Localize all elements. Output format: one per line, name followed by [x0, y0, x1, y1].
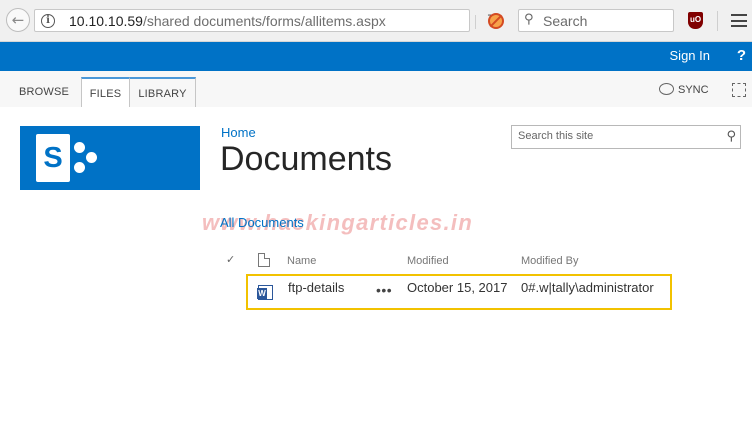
sync-label: SYNC [678, 84, 709, 96]
url-separator [475, 15, 476, 29]
suite-bar: Sign In ? [0, 42, 752, 71]
document-name-link[interactable]: ftp-details [288, 280, 344, 295]
site-search-placeholder: Search this site [518, 130, 594, 142]
more-options-ellipsis-icon[interactable]: ••• [376, 282, 392, 298]
word-document-icon: W [257, 285, 273, 300]
column-header-name[interactable]: Name [287, 255, 316, 267]
document-type-icon [258, 253, 270, 267]
sync-icon [659, 83, 674, 95]
info-icon[interactable]: i [41, 14, 55, 28]
browser-toolbar: ← i 10.10.10.59/shared documents/forms/a… [0, 0, 752, 42]
page-title: Documents [220, 140, 392, 178]
blocker-icon[interactable] [488, 13, 504, 29]
search-icon[interactable]: ⚲ [726, 129, 736, 144]
tab-browse[interactable]: BROWSE [12, 77, 76, 107]
ribbon: BROWSE FILES LIBRARY SYNC [0, 71, 752, 107]
browser-search-placeholder: Search [543, 13, 588, 29]
tab-library[interactable]: LIBRARY [130, 77, 196, 107]
back-arrow-icon[interactable]: ← [6, 8, 30, 32]
breadcrumb-home[interactable]: Home [221, 125, 256, 140]
ublock-icon[interactable]: uO [688, 12, 703, 29]
select-all-checkmark-icon[interactable]: ✓ [226, 253, 235, 266]
column-header-modified-by[interactable]: Modified By [521, 255, 578, 267]
table-row[interactable]: W ftp-details ••• October 15, 2017 0#.w|… [246, 274, 672, 310]
focus-on-content-icon[interactable] [732, 83, 746, 97]
url-path: /shared documents/forms/allitems.aspx [142, 13, 386, 29]
hamburger-menu-icon[interactable] [731, 14, 747, 27]
view-all-documents[interactable]: All Documents [220, 215, 304, 230]
sharepoint-logo-icon [68, 142, 100, 174]
url-host: 10.10.10.59 [69, 13, 143, 29]
sign-in-link[interactable]: Sign In [670, 48, 710, 63]
sharepoint-logo-letter: S [36, 134, 70, 182]
site-search-input[interactable]: Search this site ⚲ [511, 125, 741, 149]
sync-button[interactable]: SYNC [659, 83, 709, 96]
help-icon[interactable]: ? [737, 47, 746, 64]
column-header-modified[interactable]: Modified [407, 255, 449, 267]
browser-search-input[interactable]: ⚲ Search [518, 9, 674, 32]
document-modified-date: October 15, 2017 [407, 280, 508, 295]
site-logo[interactable]: S [20, 126, 200, 190]
tab-files[interactable]: FILES [81, 77, 130, 107]
search-icon: ⚲ [524, 12, 534, 27]
url-text[interactable]: 10.10.10.59/shared documents/forms/allit… [69, 13, 386, 29]
menu-separator [717, 11, 718, 31]
document-modified-by[interactable]: 0#.w|tally\administrator [521, 280, 654, 295]
address-bar[interactable]: i 10.10.10.59/shared documents/forms/all… [34, 9, 499, 32]
